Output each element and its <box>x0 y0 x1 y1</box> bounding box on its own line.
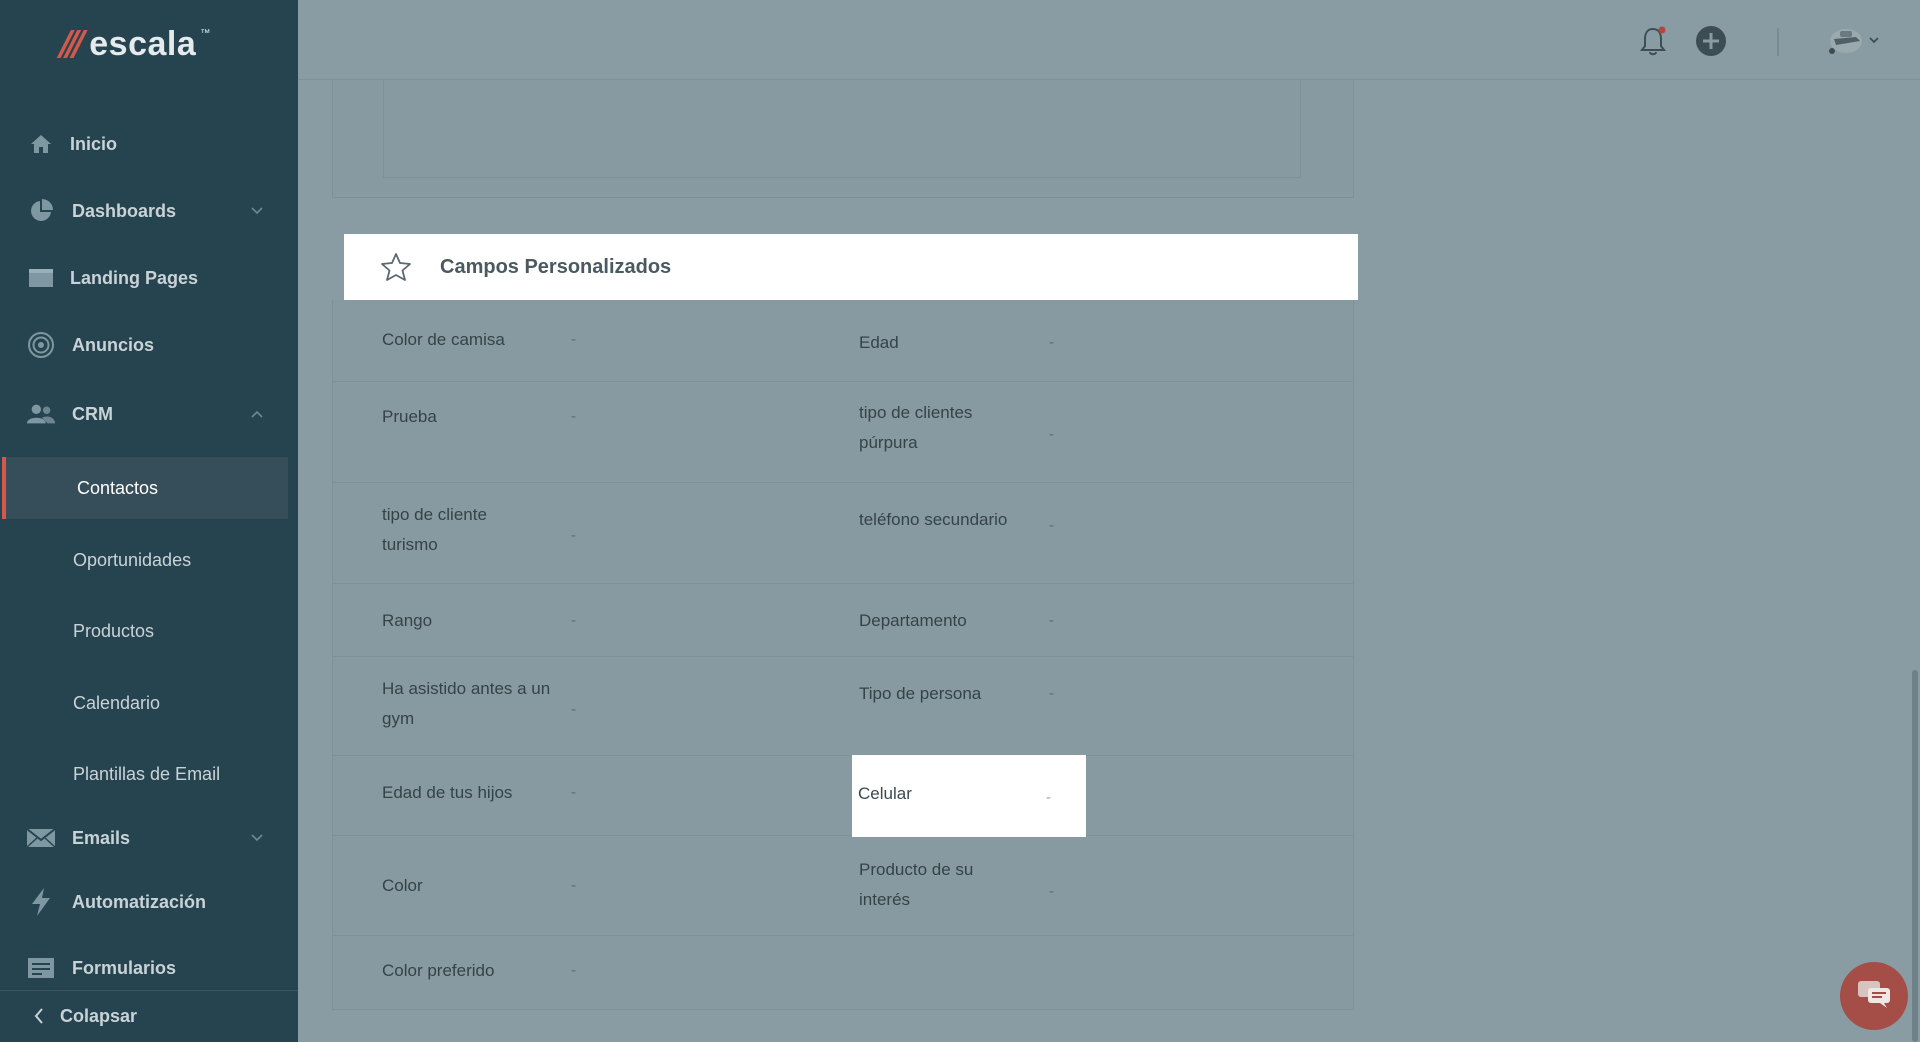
sidebar-subitem-label: Calendario <box>73 692 161 713</box>
logo-mark: /// <box>60 24 85 64</box>
field-value: - <box>1046 789 1051 806</box>
plus-circle-icon[interactable] <box>1694 24 1728 58</box>
sidebar-subitem-plantillas-email[interactable]: Plantillas de Email <box>4 743 290 805</box>
field-label: Rango <box>382 611 433 630</box>
table-row: Color preferido - <box>333 936 1353 1008</box>
table-row: tipo de cliente turismo - teléfono secun… <box>333 483 1353 584</box>
sidebar-item-label: Emails <box>72 827 131 848</box>
chevron-up-icon <box>250 407 264 421</box>
field-value: - <box>571 612 576 629</box>
field-label: Edad <box>859 333 899 352</box>
sidebar-item-label: Landing Pages <box>70 267 199 288</box>
field-label: tipo de cliente turismo <box>382 505 487 554</box>
field-label: Color preferido <box>382 961 495 980</box>
field-label: teléfono secundario <box>859 510 1008 529</box>
field-value: - <box>571 408 576 425</box>
chevron-down-icon <box>250 831 264 845</box>
target-icon <box>26 330 56 360</box>
sidebar-subitem-contactos[interactable]: Contactos <box>2 457 288 519</box>
sidebar-subitem-label: Oportunidades <box>73 549 192 570</box>
sidebar-subitem-label: Plantillas de Email <box>73 763 221 784</box>
field-value: - <box>571 701 576 718</box>
field-label: Edad de tus hijos <box>382 783 513 802</box>
window-icon <box>26 263 56 293</box>
star-icon <box>380 252 412 287</box>
field-value: - <box>571 877 576 894</box>
chevron-down-icon <box>250 204 264 218</box>
envelope-icon <box>26 823 56 853</box>
field-label: Producto de su interés <box>859 860 974 909</box>
logo-trademark: ™ <box>200 28 211 39</box>
field-value: - <box>1049 685 1054 702</box>
chevron-left-icon <box>34 1008 44 1029</box>
chat-button[interactable] <box>1840 962 1908 1030</box>
previous-section-panel <box>332 80 1354 198</box>
table-row: Ha asistido antes a un gym - Tipo de per… <box>333 657 1353 756</box>
sidebar-item-label: Inicio <box>70 133 118 154</box>
table-row: Color - Producto de su interés - <box>333 836 1353 936</box>
field-value: - <box>1049 517 1054 534</box>
sidebar: /// escala ™ Inicio Dashboards Landing P… <box>0 0 298 1042</box>
field-value: - <box>1049 426 1054 443</box>
sidebar-item-label: Automatización <box>72 891 207 912</box>
field-value: - <box>1049 883 1054 900</box>
topbar-divider <box>1777 28 1779 56</box>
sidebar-item-label: Dashboards <box>72 200 177 221</box>
table-row: Edad de tus hijos - <box>333 756 1353 836</box>
users-icon <box>26 399 56 429</box>
sidebar-item-crm[interactable]: CRM <box>0 394 298 434</box>
sidebar-item-landing-pages[interactable]: Landing Pages <box>0 258 298 298</box>
top-bar <box>298 0 1920 80</box>
pie-chart-icon <box>26 196 56 226</box>
bolt-icon <box>26 887 56 917</box>
field-label: Prueba <box>382 407 437 426</box>
logo-text: escala <box>89 24 197 63</box>
field-value: - <box>571 331 576 348</box>
bell-icon[interactable] <box>1636 24 1670 58</box>
field-label: Celular <box>858 784 912 803</box>
table-row: Rango - Departamento - <box>333 584 1353 657</box>
sidebar-item-label: Formularios <box>72 957 177 978</box>
table-row: Prueba - tipo de clientes púrpura - <box>333 382 1353 483</box>
field-label: Color de camisa <box>382 330 505 349</box>
field-label: Color <box>382 876 423 895</box>
sidebar-subitem-label: Productos <box>73 620 155 641</box>
form-icon <box>26 953 56 983</box>
field-value: - <box>571 962 576 979</box>
field-label: tipo de clientes púrpura <box>859 403 973 452</box>
sidebar-item-anuncios[interactable]: Anuncios <box>0 325 298 365</box>
home-icon <box>26 129 56 159</box>
sidebar-subitem-calendario[interactable]: Calendario <box>4 672 290 734</box>
chat-icon <box>1856 979 1892 1014</box>
field-value: - <box>1049 334 1054 351</box>
table-row: Color de camisa - Edad - <box>333 300 1353 382</box>
field-label: Ha asistido antes a un gym <box>382 679 551 728</box>
escala-logo[interactable]: /// escala ™ <box>60 22 210 66</box>
sidebar-subitem-oportunidades[interactable]: Oportunidades <box>4 529 290 591</box>
custom-fields-title: Campos Personalizados <box>440 255 672 278</box>
sidebar-item-inicio[interactable]: Inicio <box>0 124 298 164</box>
avatar[interactable] <box>1826 24 1882 58</box>
sidebar-subitem-label: Contactos <box>77 477 159 498</box>
sidebar-item-dashboards[interactable]: Dashboards <box>0 191 298 231</box>
celular-field-highlight[interactable]: Celular - <box>852 755 1086 837</box>
custom-fields-header: Campos Personalizados <box>344 234 1358 300</box>
field-value: - <box>571 527 576 544</box>
sidebar-item-label: CRM <box>72 403 113 424</box>
field-label: Tipo de persona <box>859 684 982 703</box>
field-label: Departamento <box>859 611 967 630</box>
field-value: - <box>1049 612 1054 629</box>
scrollbar[interactable] <box>1912 670 1918 1042</box>
collapse-label: Colapsar <box>60 1006 138 1026</box>
collapse-sidebar-button[interactable]: Colapsar <box>0 990 298 1042</box>
sidebar-item-label: Anuncios <box>72 334 155 355</box>
custom-fields-body: Color de camisa - Edad - Prueba - tipo d… <box>332 300 1354 1010</box>
sidebar-item-formularios[interactable]: Formularios <box>0 948 298 988</box>
sidebar-item-emails[interactable]: Emails <box>0 818 298 858</box>
text-area-box <box>383 80 1301 178</box>
sidebar-item-automatizacion[interactable]: Automatización <box>0 882 298 922</box>
sidebar-subitem-productos[interactable]: Productos <box>4 600 290 662</box>
field-value: - <box>571 784 576 801</box>
